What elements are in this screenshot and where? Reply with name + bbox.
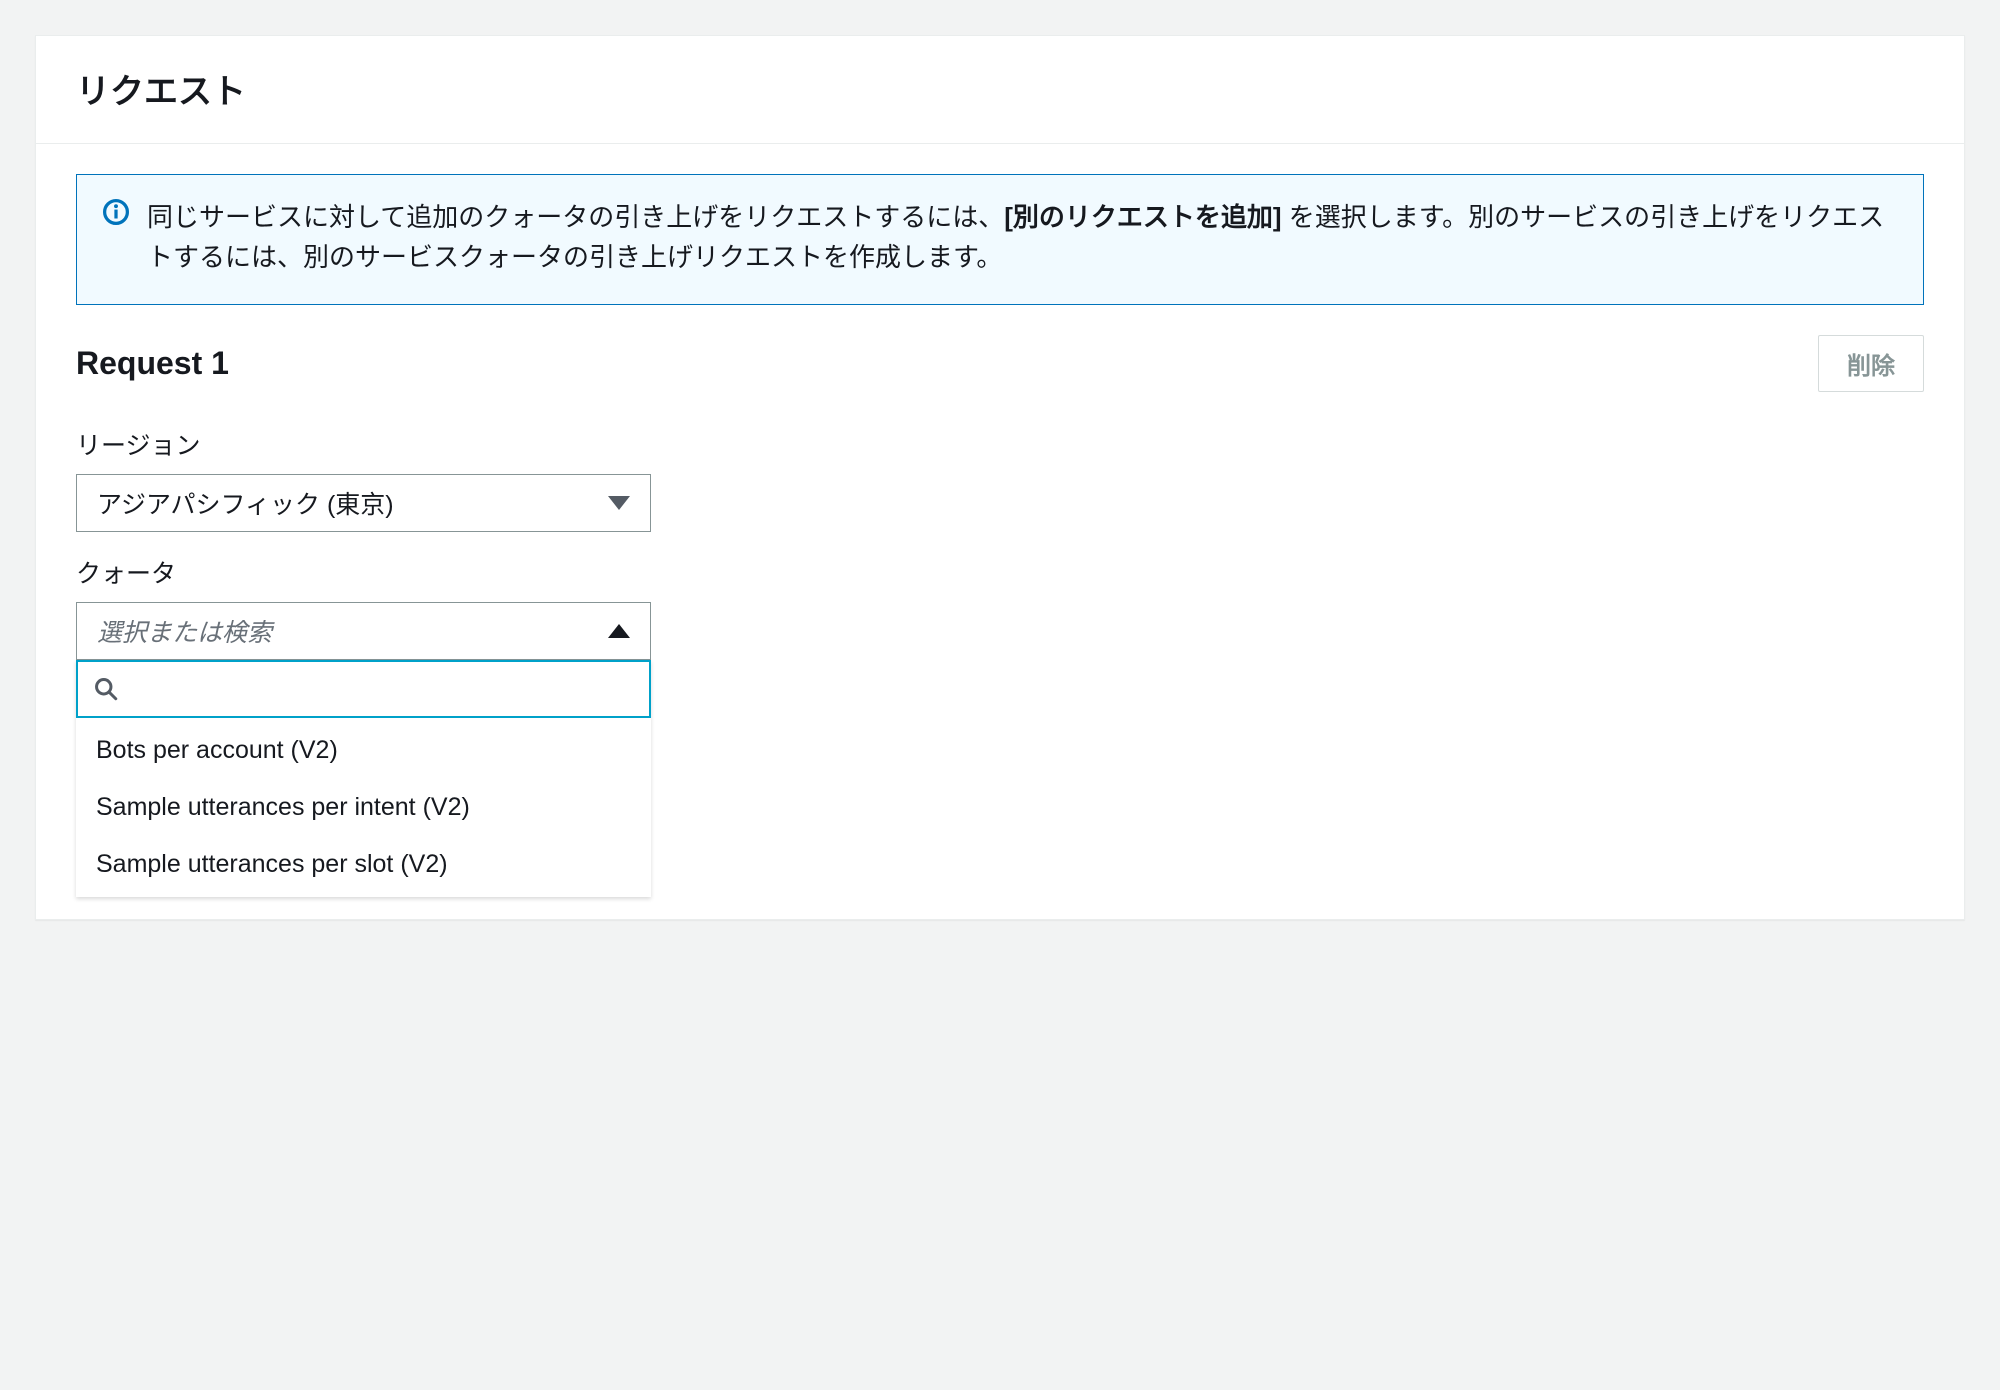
- request-heading: Request 1: [76, 345, 229, 382]
- quota-select[interactable]: 選択または検索: [76, 602, 651, 660]
- delete-button[interactable]: 削除: [1818, 335, 1924, 392]
- search-icon: [94, 677, 118, 701]
- caret-down-icon: [608, 496, 630, 510]
- quota-option[interactable]: Sample utterances per slot (V2): [76, 836, 651, 893]
- quota-option[interactable]: Bots per account (V2): [76, 722, 651, 779]
- region-value: アジアパシフィック (東京): [97, 485, 394, 521]
- quota-label: クォータ: [76, 554, 1924, 590]
- requests-panel: リクエスト 同じサービスに対して追加のクォータの引き上げをリクエストするには、[…: [35, 35, 1965, 920]
- quota-search-row: [76, 660, 651, 718]
- quota-search-input[interactable]: [118, 675, 633, 703]
- info-icon: [103, 197, 129, 278]
- info-text-bold: [別のリクエストを追加]: [1004, 202, 1281, 232]
- panel-title: リクエスト: [76, 64, 1924, 113]
- quota-option[interactable]: Sample utterances per intent (V2): [76, 779, 651, 836]
- info-text-before: 同じサービスに対して追加のクォータの引き上げをリクエストするには、: [147, 202, 1004, 232]
- quota-options-list: Bots per account (V2) Sample utterances …: [76, 718, 651, 897]
- info-alert: 同じサービスに対して追加のクォータの引き上げをリクエストするには、[別のリクエス…: [76, 174, 1924, 305]
- region-field: リージョン アジアパシフィック (東京): [76, 426, 1924, 532]
- panel-body: 同じサービスに対して追加のクォータの引き上げをリクエストするには、[別のリクエス…: [36, 144, 1964, 897]
- region-label: リージョン: [76, 426, 1924, 462]
- info-text: 同じサービスに対して追加のクォータの引き上げをリクエストするには、[別のリクエス…: [147, 197, 1897, 278]
- quota-dropdown: Bots per account (V2) Sample utterances …: [76, 660, 651, 897]
- quota-field: クォータ 選択または検索 Bots per account (V2) Sampl…: [76, 554, 1924, 897]
- request-header: Request 1 削除: [76, 335, 1924, 392]
- region-select[interactable]: アジアパシフィック (東京): [76, 474, 651, 532]
- caret-up-icon: [608, 624, 630, 638]
- panel-header: リクエスト: [36, 36, 1964, 144]
- quota-placeholder: 選択または検索: [97, 613, 272, 649]
